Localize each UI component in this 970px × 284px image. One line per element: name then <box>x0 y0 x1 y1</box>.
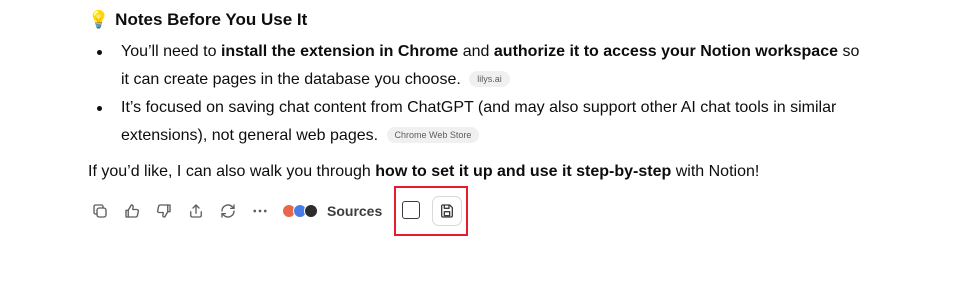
message-actions: Sources <box>88 198 382 224</box>
list-item: It’s focused on saving chat content from… <box>88 94 868 150</box>
paragraph-text: with Notion! <box>671 163 760 180</box>
save-icon <box>440 204 453 218</box>
closing-paragraph: If you’d like, I can also walk you throu… <box>88 158 759 186</box>
lightbulb-icon: 💡 <box>88 10 110 29</box>
list-item: You’ll need to install the extension in … <box>88 38 868 94</box>
citation-chip[interactable]: Chrome Web Store <box>386 127 480 143</box>
citation-chip[interactable]: lilys.ai <box>469 71 510 87</box>
paragraph-bold-text: how to set it up and use it step-by-step <box>375 163 672 180</box>
save-to-notion-button[interactable] <box>432 196 462 226</box>
thumbs-up-icon <box>125 204 140 218</box>
bullet-bold-text: install the extension in Chrome <box>220 43 459 60</box>
share-button[interactable] <box>184 199 208 223</box>
paragraph-text: If you’d like, I can also walk you throu… <box>88 163 376 180</box>
source-favicons <box>282 204 318 218</box>
section-heading: 💡 Notes Before You Use It <box>88 8 307 32</box>
copy-icon <box>93 204 107 218</box>
notes-list: You’ll need to install the extension in … <box>88 38 868 150</box>
more-icon <box>253 209 267 213</box>
bullet-text: You’ll need to <box>121 43 221 60</box>
sources-button[interactable]: Sources <box>282 203 382 219</box>
share-icon <box>190 204 202 218</box>
section-title: Notes Before You Use It <box>115 10 308 29</box>
sources-label: Sources <box>327 203 383 219</box>
bad-response-button[interactable] <box>152 199 176 223</box>
select-checkbox[interactable] <box>402 201 420 219</box>
source-favicon <box>304 204 318 218</box>
good-response-button[interactable] <box>120 199 144 223</box>
copy-button[interactable] <box>88 199 112 223</box>
more-button[interactable] <box>248 199 272 223</box>
bullet-text: and <box>458 43 494 60</box>
bullet-bold-text: authorize it to access your Notion works… <box>493 43 838 60</box>
regenerate-button[interactable] <box>216 199 240 223</box>
thumbs-down-icon <box>156 204 171 218</box>
regenerate-icon <box>221 204 235 218</box>
